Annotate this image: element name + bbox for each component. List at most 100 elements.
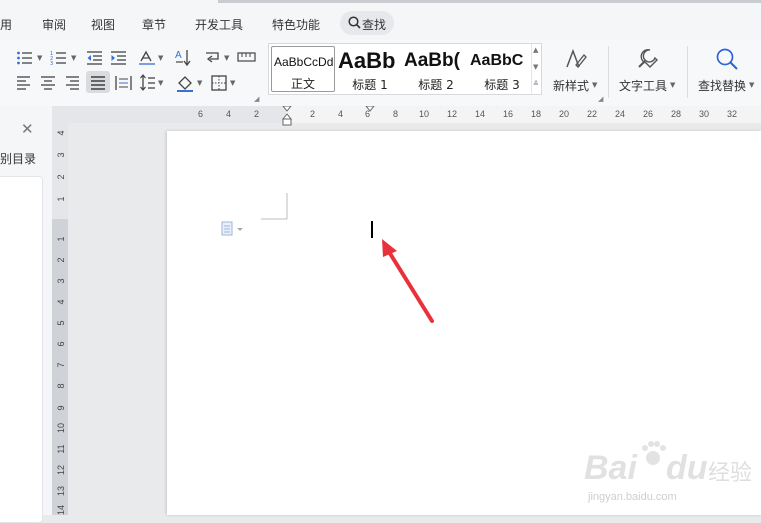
ruler-number: 14 [56,505,66,516]
ruler-number: 7 [56,362,66,368]
ruler-number: 4 [226,109,232,119]
decrease-indent-icon[interactable] [86,50,104,66]
style-card-heading-3[interactable]: AaBbC 标题 3 [469,44,531,94]
style-sample: AaBbC [470,52,524,69]
style-sample: AaBbCcDd [274,55,334,69]
new-style-button[interactable]: 新样式 ▼ [550,44,602,98]
ruler-number: 2 [254,109,260,119]
increase-indent-icon[interactable] [110,50,128,66]
ruler-text-area [286,106,761,123]
chevron-down-icon[interactable]: ▼ [230,79,235,87]
paragraph-settings-launcher[interactable]: ◢ [254,95,259,103]
align-left-icon[interactable] [16,75,32,91]
chevron-down-icon[interactable]: ▼ [197,79,202,87]
ruler-number: 26 [643,109,654,119]
menu-special-features[interactable]: 特色功能 [272,16,320,33]
chevron-down-icon[interactable]: ▼ [158,54,163,62]
text-direction-icon[interactable] [138,49,158,67]
style-name: 标题 3 [484,78,520,92]
close-icon[interactable]: ✕ [21,120,34,138]
style-gallery: AaBbCcDd 正文 AaBb 标题 1 AaBb( 标题 2 AaBbC 标… [268,43,542,95]
toc-list[interactable] [0,176,43,523]
find-replace-button[interactable]: 查找替换 ▼ [695,44,761,98]
ruler-number: 16 [503,109,514,119]
magnifier-icon [716,48,738,70]
ruler-number: 20 [559,109,570,119]
baidu-watermark: Bai du 经验 jingyan.baidu.com [582,441,752,509]
ruler-number: 14 [475,109,486,119]
ruler-number: 10 [419,109,430,119]
chevron-down-icon[interactable]: ▼ [158,79,163,87]
divider [608,46,609,98]
gallery-expand-icon[interactable]: ≚ [533,80,539,88]
ruler-number: 1 [56,236,66,242]
wrench-icon [638,49,658,68]
indent-marker-icon[interactable] [282,106,294,128]
numbered-list-icon[interactable]: 123 [50,50,70,66]
ruler-number: 6 [198,109,204,119]
menu-bar: 用 审阅 视图 章节 开发工具 特色功能 查找 [0,0,761,40]
pen-style-icon [566,48,587,68]
line-spacing-icon[interactable] [140,74,156,92]
borders-icon[interactable] [211,75,227,91]
align-justify-icon [91,76,105,90]
menu-developer-tools[interactable]: 开发工具 [195,16,243,33]
chevron-up-icon[interactable]: ▲ [533,46,538,54]
window-top-border [218,0,761,3]
ruler-number: 12 [56,465,66,476]
ruler-number: 1 [56,196,66,202]
navigation-pane: ✕ 别目录 [0,106,52,523]
chevron-down-icon[interactable]: ▼ [71,54,76,62]
svg-text:A: A [175,50,182,61]
menu-review[interactable]: 审阅 [42,16,66,33]
menu-reference[interactable]: 用 [0,16,12,33]
ruler-number: 28 [671,109,682,119]
horizontal-ruler[interactable]: 6 4 2 2 4 6 8 10 12 14 16 18 20 22 24 26… [52,106,761,126]
ruler-number: 4 [338,109,344,119]
ruler-number: 4 [56,130,66,136]
style-name: 正文 [290,77,315,91]
chevron-down-icon: ▼ [670,81,676,89]
watermark-brand-suffix: du [666,449,708,487]
chevron-down-icon[interactable]: ▼ [37,54,42,62]
svg-text:3: 3 [50,61,53,66]
align-center-icon[interactable] [40,75,56,91]
ruler-number: 3 [56,152,66,158]
paragraph-mark-icon[interactable] [204,49,224,65]
ruler-number: 6 [365,109,371,119]
text-tools-label: 文字工具 [619,79,668,93]
sort-icon[interactable]: A [175,48,193,68]
chevron-down-icon[interactable]: ▼ [224,54,229,62]
document-page[interactable]: Bai du 经验 jingyan.baidu.com [167,131,761,515]
ruler-number: 4 [56,299,66,305]
margin-corner-mark [261,193,288,220]
ruler-number: 6 [56,341,66,347]
align-right-icon[interactable] [64,75,80,91]
style-card-normal[interactable]: AaBbCcDd 正文 [271,46,335,92]
ruler-number: 8 [393,109,399,119]
chevron-down-icon: ▼ [749,81,755,89]
menu-chapter[interactable]: 章节 [142,16,166,33]
watermark-brand: Bai [584,449,637,487]
style-card-heading-2[interactable]: AaBb( 标题 2 [403,44,469,94]
text-tools-button[interactable]: 文字工具 ▼ [616,44,680,98]
vertical-ruler[interactable]: 4 3 2 1 1 2 3 4 5 6 7 8 9 10 11 12 13 14 [52,123,68,515]
style-sample: AaBb( [404,50,460,71]
ruler-number: 18 [531,109,542,119]
style-card-heading-1[interactable]: AaBb 标题 1 [337,44,403,94]
ruler-number: 13 [56,486,66,497]
bullet-list-icon[interactable] [16,50,36,66]
shading-icon[interactable] [176,74,194,92]
style-name: 标题 1 [352,78,388,92]
red-arrow-annotation [382,239,434,323]
distributed-align-icon[interactable] [115,75,133,91]
paragraph-layout-icon[interactable] [221,221,247,237]
menu-search-button[interactable]: 查找 [340,11,394,35]
ruler-number: 12 [447,109,458,119]
menu-view[interactable]: 视图 [91,16,115,33]
gallery-scroller[interactable]: ▲ ▼ ≚ [531,44,542,94]
ruler-number: 11 [56,444,66,454]
tab-ruler-icon[interactable] [237,49,257,65]
chevron-down-icon[interactable]: ▼ [533,63,538,71]
justify-button[interactable] [86,71,110,93]
